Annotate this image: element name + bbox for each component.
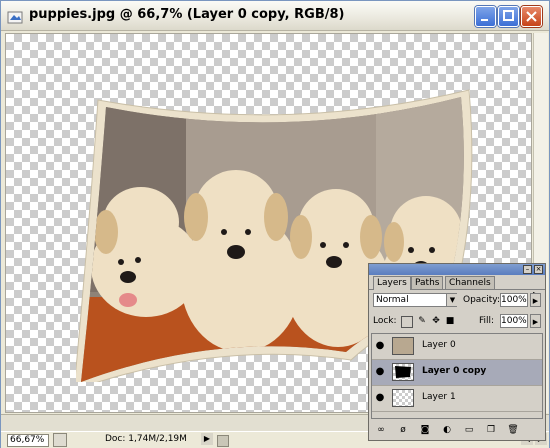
fill-label: Fill: bbox=[479, 316, 495, 326]
layer-list: ● Layer 0 ● Layer 0 copy ● Layer 1 bbox=[371, 333, 543, 419]
palette-minimize-button[interactable]: – bbox=[523, 265, 532, 274]
chevron-down-icon[interactable]: ▼ bbox=[446, 294, 458, 306]
layer-row[interactable]: ● Layer 1 bbox=[372, 386, 542, 412]
scroll-handle[interactable] bbox=[217, 435, 229, 447]
layer-thumbnail bbox=[392, 363, 414, 381]
photoshop-document-icon bbox=[7, 9, 23, 24]
document-size-info: Doc: 1,74M/2,19M bbox=[105, 434, 187, 444]
opacity-field[interactable]: 100% bbox=[500, 293, 528, 307]
eye-icon[interactable]: ● bbox=[374, 340, 386, 352]
fill-arrow-icon[interactable]: ▶ bbox=[530, 314, 541, 328]
layer-thumbnail bbox=[392, 389, 414, 407]
palette-tabs: Layers Paths Channels ▶ bbox=[369, 276, 545, 299]
opacity-label: Opacity: bbox=[463, 295, 500, 305]
blend-mode-value: Normal bbox=[376, 295, 409, 305]
trash-icon[interactable]: 🗑 bbox=[507, 424, 519, 436]
lock-brush-icon[interactable]: ✎ bbox=[417, 316, 427, 326]
layer-row-selected[interactable]: ● Layer 0 copy bbox=[372, 360, 542, 386]
eye-icon[interactable]: ● bbox=[374, 366, 386, 378]
layers-palette: – × Layers Paths Channels ▶ Normal ▼ Opa… bbox=[368, 263, 546, 441]
tab-layers[interactable]: Layers bbox=[373, 276, 411, 290]
palette-bottom-bar: ∞ ø ◙ ◐ ▭ ❐ 🗑 bbox=[371, 422, 543, 438]
tab-channels[interactable]: Channels bbox=[445, 276, 495, 289]
lock-row: Lock: ✎ ✥ ■ Fill: 100% ▶ bbox=[373, 314, 543, 330]
new-layer-icon[interactable]: ❐ bbox=[485, 424, 497, 436]
group-icon[interactable]: ▭ bbox=[463, 424, 475, 436]
palette-close-button[interactable]: × bbox=[534, 265, 543, 274]
opacity-arrow-icon[interactable]: ▶ bbox=[530, 293, 541, 307]
fill-field[interactable]: 100% bbox=[500, 314, 528, 328]
document-window: puppies.jpg @ 66,7% (Layer 0 copy, RGB/8… bbox=[0, 0, 550, 448]
layer-name: Layer 0 bbox=[422, 340, 456, 350]
adjustment-icon[interactable]: ◐ bbox=[441, 424, 453, 436]
title-bar[interactable]: puppies.jpg @ 66,7% (Layer 0 copy, RGB/8… bbox=[1, 1, 549, 31]
zoom-field[interactable]: 66,67% bbox=[7, 434, 49, 447]
blend-row: Normal ▼ Opacity: 100% ▶ bbox=[373, 293, 543, 309]
layer-thumbnail bbox=[392, 337, 414, 355]
lock-label: Lock: bbox=[373, 316, 397, 326]
lock-all-icon[interactable]: ■ bbox=[445, 316, 455, 326]
status-menu-icon[interactable] bbox=[53, 433, 67, 447]
close-button[interactable] bbox=[521, 6, 542, 27]
maximize-button[interactable] bbox=[498, 6, 519, 27]
link-icon[interactable]: ∞ bbox=[375, 424, 387, 436]
minimize-button[interactable] bbox=[475, 6, 496, 27]
tab-paths[interactable]: Paths bbox=[411, 276, 444, 289]
layer-name: Layer 1 bbox=[422, 392, 456, 402]
layer-row[interactable]: ● Layer 0 bbox=[372, 334, 542, 360]
lock-transparency-icon[interactable] bbox=[401, 316, 413, 328]
blend-mode-select[interactable]: Normal ▼ bbox=[373, 293, 458, 307]
layer-style-icon[interactable]: ø bbox=[397, 424, 409, 436]
status-arrow-icon[interactable]: ▶ bbox=[201, 433, 213, 445]
eye-icon[interactable]: ● bbox=[374, 392, 386, 404]
window-title: puppies.jpg @ 66,7% (Layer 0 copy, RGB/8… bbox=[29, 7, 345, 22]
palette-title-bar[interactable]: – × bbox=[369, 264, 545, 275]
lock-move-icon[interactable]: ✥ bbox=[431, 316, 441, 326]
layer-name: Layer 0 copy bbox=[422, 366, 487, 376]
mask-icon[interactable]: ◙ bbox=[419, 424, 431, 436]
